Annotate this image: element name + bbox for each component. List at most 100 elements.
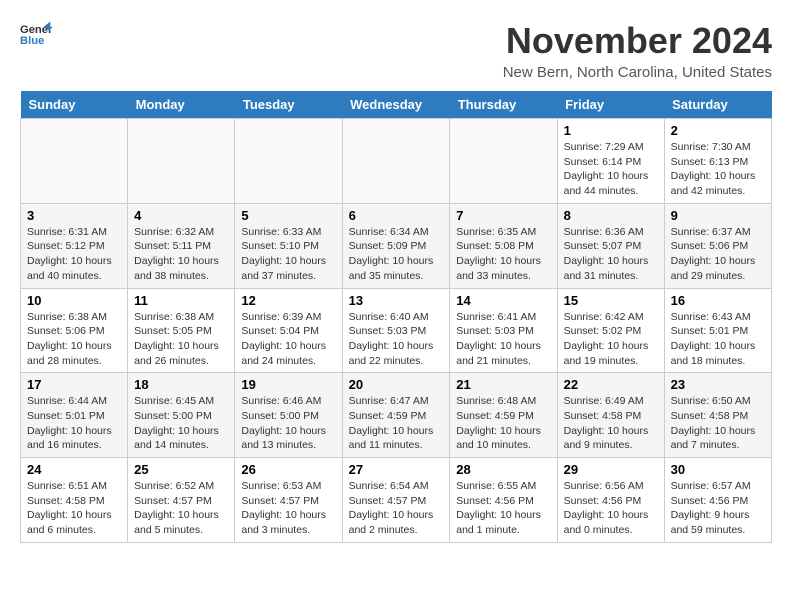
day-number: 13 [349,293,444,308]
day-number: 1 [564,123,658,138]
day-info: Sunrise: 6:43 AM Sunset: 5:01 PM Dayligh… [671,310,765,369]
day-number: 24 [27,462,121,477]
table-row: 26 Sunrise: 6:53 AM Sunset: 4:57 PM Dayli… [235,458,342,543]
day-number: 25 [134,462,228,477]
table-row: 12 Sunrise: 6:39 AM Sunset: 5:04 PM Dayli… [235,288,342,373]
day-info: Sunrise: 6:45 AM Sunset: 5:00 PM Dayligh… [134,394,228,453]
day-info: Sunrise: 6:56 AM Sunset: 4:56 PM Dayligh… [564,479,658,538]
header-thursday: Thursday [450,91,557,119]
day-number: 8 [564,208,658,223]
day-info: Sunrise: 6:51 AM Sunset: 4:58 PM Dayligh… [27,479,121,538]
day-number: 5 [241,208,335,223]
calendar-header-row: Sunday Monday Tuesday Wednesday Thursday… [21,91,772,119]
day-info: Sunrise: 6:54 AM Sunset: 4:57 PM Dayligh… [349,479,444,538]
header-tuesday: Tuesday [235,91,342,119]
day-number: 12 [241,293,335,308]
table-row: 4 Sunrise: 6:32 AM Sunset: 5:11 PM Daylig… [128,203,235,288]
day-info: Sunrise: 6:57 AM Sunset: 4:56 PM Dayligh… [671,479,765,538]
day-number: 27 [349,462,444,477]
day-info: Sunrise: 7:29 AM Sunset: 6:14 PM Dayligh… [564,140,658,199]
table-row [235,119,342,204]
table-row: 3 Sunrise: 6:31 AM Sunset: 5:12 PM Daylig… [21,203,128,288]
calendar-week-row: 3 Sunrise: 6:31 AM Sunset: 5:12 PM Daylig… [21,203,772,288]
calendar-week-row: 1 Sunrise: 7:29 AM Sunset: 6:14 PM Daylig… [21,119,772,204]
day-number: 19 [241,377,335,392]
title-block: November 2024 New Bern, North Carolina, … [503,20,772,81]
day-info: Sunrise: 6:37 AM Sunset: 5:06 PM Dayligh… [671,225,765,284]
header-friday: Friday [557,91,664,119]
day-info: Sunrise: 6:44 AM Sunset: 5:01 PM Dayligh… [27,394,121,453]
day-info: Sunrise: 6:38 AM Sunset: 5:06 PM Dayligh… [27,310,121,369]
day-number: 28 [456,462,550,477]
day-info: Sunrise: 6:41 AM Sunset: 5:03 PM Dayligh… [456,310,550,369]
day-info: Sunrise: 6:52 AM Sunset: 4:57 PM Dayligh… [134,479,228,538]
subtitle: New Bern, North Carolina, United States [503,64,772,81]
day-number: 14 [456,293,550,308]
page-header: General Blue November 2024 New Bern, Nor… [20,20,772,81]
table-row [450,119,557,204]
day-info: Sunrise: 6:46 AM Sunset: 5:00 PM Dayligh… [241,394,335,453]
day-info: Sunrise: 6:31 AM Sunset: 5:12 PM Dayligh… [27,225,121,284]
day-info: Sunrise: 6:32 AM Sunset: 5:11 PM Dayligh… [134,225,228,284]
table-row: 1 Sunrise: 7:29 AM Sunset: 6:14 PM Daylig… [557,119,664,204]
table-row: 7 Sunrise: 6:35 AM Sunset: 5:08 PM Daylig… [450,203,557,288]
calendar-week-row: 10 Sunrise: 6:38 AM Sunset: 5:06 PM Dayli… [21,288,772,373]
day-number: 22 [564,377,658,392]
table-row [342,119,450,204]
day-number: 3 [27,208,121,223]
day-number: 2 [671,123,765,138]
header-wednesday: Wednesday [342,91,450,119]
table-row: 28 Sunrise: 6:55 AM Sunset: 4:56 PM Dayli… [450,458,557,543]
table-row: 23Sunrise: 6:50 AM Sunset: 4:58 PM Dayli… [664,373,771,458]
table-row: 27 Sunrise: 6:54 AM Sunset: 4:57 PM Dayli… [342,458,450,543]
calendar-table: Sunday Monday Tuesday Wednesday Thursday… [20,91,772,543]
table-row: 29 Sunrise: 6:56 AM Sunset: 4:56 PM Dayli… [557,458,664,543]
calendar-week-row: 24 Sunrise: 6:51 AM Sunset: 4:58 PM Dayli… [21,458,772,543]
table-row: 2 Sunrise: 7:30 AM Sunset: 6:13 PM Daylig… [664,119,771,204]
day-number: 26 [241,462,335,477]
day-info: Sunrise: 6:39 AM Sunset: 5:04 PM Dayligh… [241,310,335,369]
day-info: Sunrise: 6:55 AM Sunset: 4:56 PM Dayligh… [456,479,550,538]
table-row: 24 Sunrise: 6:51 AM Sunset: 4:58 PM Dayli… [21,458,128,543]
day-info: Sunrise: 6:53 AM Sunset: 4:57 PM Dayligh… [241,479,335,538]
day-number: 30 [671,462,765,477]
table-row: 9 Sunrise: 6:37 AM Sunset: 5:06 PM Daylig… [664,203,771,288]
day-number: 7 [456,208,550,223]
table-row: 18 Sunrise: 6:45 AM Sunset: 5:00 PM Dayli… [128,373,235,458]
day-number: 18 [134,377,228,392]
day-info: Sunrise: 6:42 AM Sunset: 5:02 PM Dayligh… [564,310,658,369]
day-number: 10 [27,293,121,308]
table-row: 15 Sunrise: 6:42 AM Sunset: 5:02 PM Dayli… [557,288,664,373]
logo: General Blue [20,20,52,48]
day-number: 6 [349,208,444,223]
table-row: 6Sunrise: 6:34 AM Sunset: 5:09 PM Daylig… [342,203,450,288]
table-row: 10 Sunrise: 6:38 AM Sunset: 5:06 PM Dayli… [21,288,128,373]
day-info: Sunrise: 7:30 AM Sunset: 6:13 PM Dayligh… [671,140,765,199]
table-row: 25 Sunrise: 6:52 AM Sunset: 4:57 PM Dayli… [128,458,235,543]
day-info: Sunrise: 6:33 AM Sunset: 5:10 PM Dayligh… [241,225,335,284]
day-info: Sunrise: 6:35 AM Sunset: 5:08 PM Dayligh… [456,225,550,284]
table-row: 21Sunrise: 6:48 AM Sunset: 4:59 PM Dayli… [450,373,557,458]
table-row: 14 Sunrise: 6:41 AM Sunset: 5:03 PM Dayli… [450,288,557,373]
table-row: 19 Sunrise: 6:46 AM Sunset: 5:00 PM Dayli… [235,373,342,458]
day-info: Sunrise: 6:48 AM Sunset: 4:59 PM Dayligh… [456,394,550,453]
day-info: Sunrise: 6:36 AM Sunset: 5:07 PM Dayligh… [564,225,658,284]
day-number: 23 [671,377,765,392]
day-info: Sunrise: 6:47 AM Sunset: 4:59 PM Dayligh… [349,394,444,453]
table-row: 13 Sunrise: 6:40 AM Sunset: 5:03 PM Dayli… [342,288,450,373]
table-row: 8 Sunrise: 6:36 AM Sunset: 5:07 PM Daylig… [557,203,664,288]
day-number: 16 [671,293,765,308]
calendar-week-row: 17Sunrise: 6:44 AM Sunset: 5:01 PM Dayli… [21,373,772,458]
table-row: 30 Sunrise: 6:57 AM Sunset: 4:56 PM Dayli… [664,458,771,543]
day-number: 15 [564,293,658,308]
day-number: 4 [134,208,228,223]
day-number: 11 [134,293,228,308]
header-saturday: Saturday [664,91,771,119]
day-info: Sunrise: 6:40 AM Sunset: 5:03 PM Dayligh… [349,310,444,369]
header-monday: Monday [128,91,235,119]
table-row: 16 Sunrise: 6:43 AM Sunset: 5:01 PM Dayli… [664,288,771,373]
main-title: November 2024 [503,20,772,62]
header-sunday: Sunday [21,91,128,119]
day-number: 9 [671,208,765,223]
day-number: 29 [564,462,658,477]
